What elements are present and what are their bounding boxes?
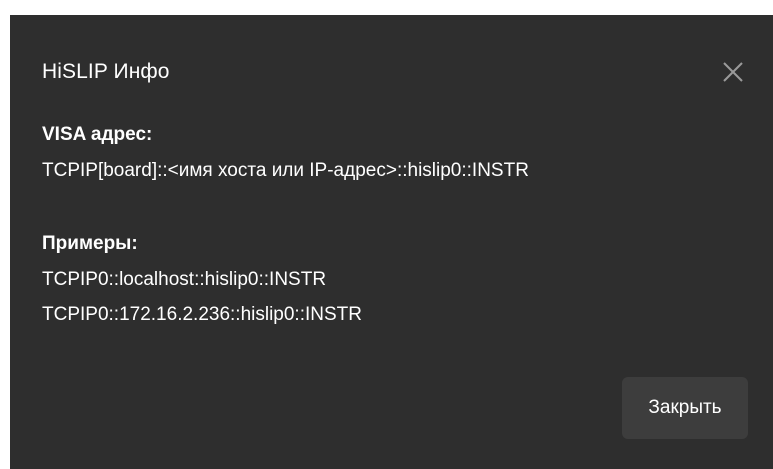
close-button[interactable]: Закрыть xyxy=(622,377,748,439)
close-icon[interactable] xyxy=(722,61,744,83)
dialog-title: HiSLIP Инфо xyxy=(42,60,170,83)
visa-address-section: VISA адрес: TCPIP[board]::<имя хоста или… xyxy=(42,124,529,195)
examples-label: Примеры: xyxy=(42,233,138,254)
examples-section: Примеры: TCPIP0::localhost::hislip0::INS… xyxy=(42,233,362,339)
hislip-info-dialog: HiSLIP Инфо VISA адрес: TCPIP[board]::<и… xyxy=(10,15,773,469)
visa-address-value: TCPIP[board]::<имя хоста или IP-адрес>::… xyxy=(42,160,529,181)
example-item: TCPIP0::localhost::hislip0::INSTR xyxy=(42,269,327,290)
example-item: TCPIP0::172.16.2.236::hislip0::INSTR xyxy=(42,304,362,325)
visa-address-label: VISA адрес: xyxy=(42,124,153,145)
